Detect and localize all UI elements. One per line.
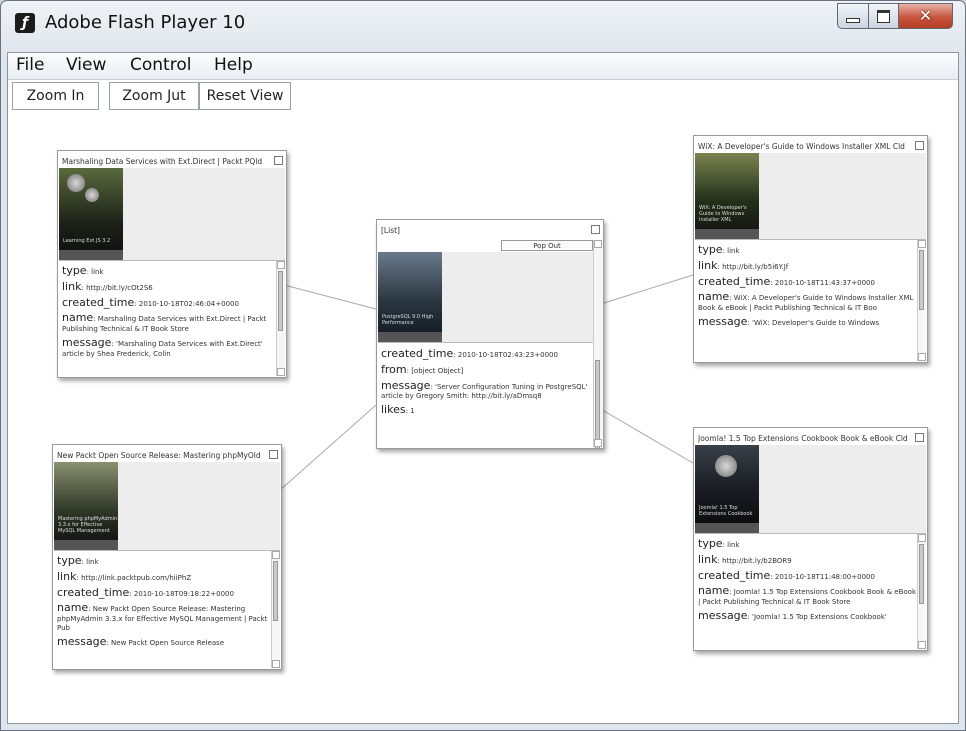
window-controls: ✕	[837, 3, 953, 29]
card-details: created_time: 2010-10-18T02:43:23+0000 f…	[381, 347, 588, 416]
card-thumbnail: Joomla! 1.5 Top Extensions Cookbook	[695, 445, 926, 534]
app-window: ƒ Adobe Flash Player 10 ✕ File View Cont…	[0, 0, 966, 731]
card-joomla[interactable]: Joomla! 1.5 Top Extensions Cookbook Book…	[693, 427, 928, 651]
edge-wix	[603, 274, 694, 304]
card-scrollbar[interactable]	[917, 240, 926, 361]
minimize-icon	[846, 17, 860, 23]
window-title: Adobe Flash Player 10	[45, 12, 246, 33]
card-wix[interactable]: WiX: A Developer's Guide to Windows Inst…	[693, 135, 928, 363]
card-scrollbar[interactable]	[593, 240, 602, 448]
pop-out-button[interactable]: Pop Out	[501, 240, 593, 251]
card-close-icon[interactable]	[274, 156, 283, 165]
card-scrollbar[interactable]	[917, 534, 926, 649]
card-scrollbar[interactable]	[271, 551, 280, 668]
flash-stage: File View Control Help Zoom In Zoom Jut …	[7, 52, 959, 724]
book-cover-image: PostgreSQL 9.0 High Performance	[378, 252, 442, 342]
card-close-icon[interactable]	[915, 433, 924, 442]
card-title: [List]	[381, 226, 400, 235]
card-thumbnail: Learning Ext JS 3.2	[59, 168, 285, 261]
card-thumbnail: Mastering phpMyAdmin 3.3.x for Effective…	[54, 462, 280, 551]
card-phpmyadmin[interactable]: New Packt Open Source Release: Mastering…	[52, 444, 282, 670]
card-details: type: link link: http://bit.ly/b2BOR9 cr…	[698, 537, 916, 622]
card-marshaling[interactable]: Marshaling Data Services with Ext.Direct…	[57, 150, 287, 378]
card-details: type: link link: http://bit.ly/b5i6Y.Jf …	[698, 243, 914, 328]
book-cover-image: Mastering phpMyAdmin 3.3.x for Effective…	[54, 462, 118, 550]
edge-joomla	[603, 410, 694, 464]
maximize-icon	[877, 9, 890, 23]
card-details: type: link link: http://bit.ly/cOt2S6 cr…	[62, 264, 267, 358]
card-close-icon[interactable]	[915, 141, 924, 150]
card-thumbnail: PostgreSQL 9.0 High Performance	[378, 252, 594, 343]
card-close-icon[interactable]	[269, 450, 278, 459]
card-title: New Packt Open Source Release: Mastering…	[57, 451, 261, 460]
card-title: Marshaling Data Services with Ext.Direct…	[62, 157, 263, 166]
minimize-button[interactable]	[837, 3, 869, 29]
title-bar[interactable]: ƒ Adobe Flash Player 10 ✕	[1, 1, 965, 45]
card-title: WiX: A Developer's Guide to Windows Inst…	[698, 142, 905, 151]
edge-phpmyadmin	[278, 404, 377, 492]
flash-player-icon: ƒ	[15, 13, 35, 33]
close-icon: ✕	[918, 6, 933, 25]
book-cover-image: Learning Ext JS 3.2	[59, 168, 123, 260]
card-details: type: link link: http://link.packtpub.co…	[57, 554, 268, 648]
card-close-icon[interactable]	[591, 225, 600, 234]
card-title: Joomla! 1.5 Top Extensions Cookbook Book…	[698, 434, 908, 443]
close-button[interactable]: ✕	[899, 3, 953, 29]
card-scrollbar[interactable]	[276, 261, 285, 376]
maximize-button[interactable]	[869, 3, 899, 29]
edge-marshaling	[283, 284, 377, 310]
book-cover-image: Joomla! 1.5 Top Extensions Cookbook	[695, 445, 759, 533]
card-center-list[interactable]: [List] Pop Out PostgreSQL 9.0 High Perfo…	[376, 219, 604, 449]
book-cover-image: WiX: A Developer's Guide to Windows Inst…	[695, 153, 759, 239]
card-thumbnail: WiX: A Developer's Guide to Windows Inst…	[695, 153, 926, 240]
